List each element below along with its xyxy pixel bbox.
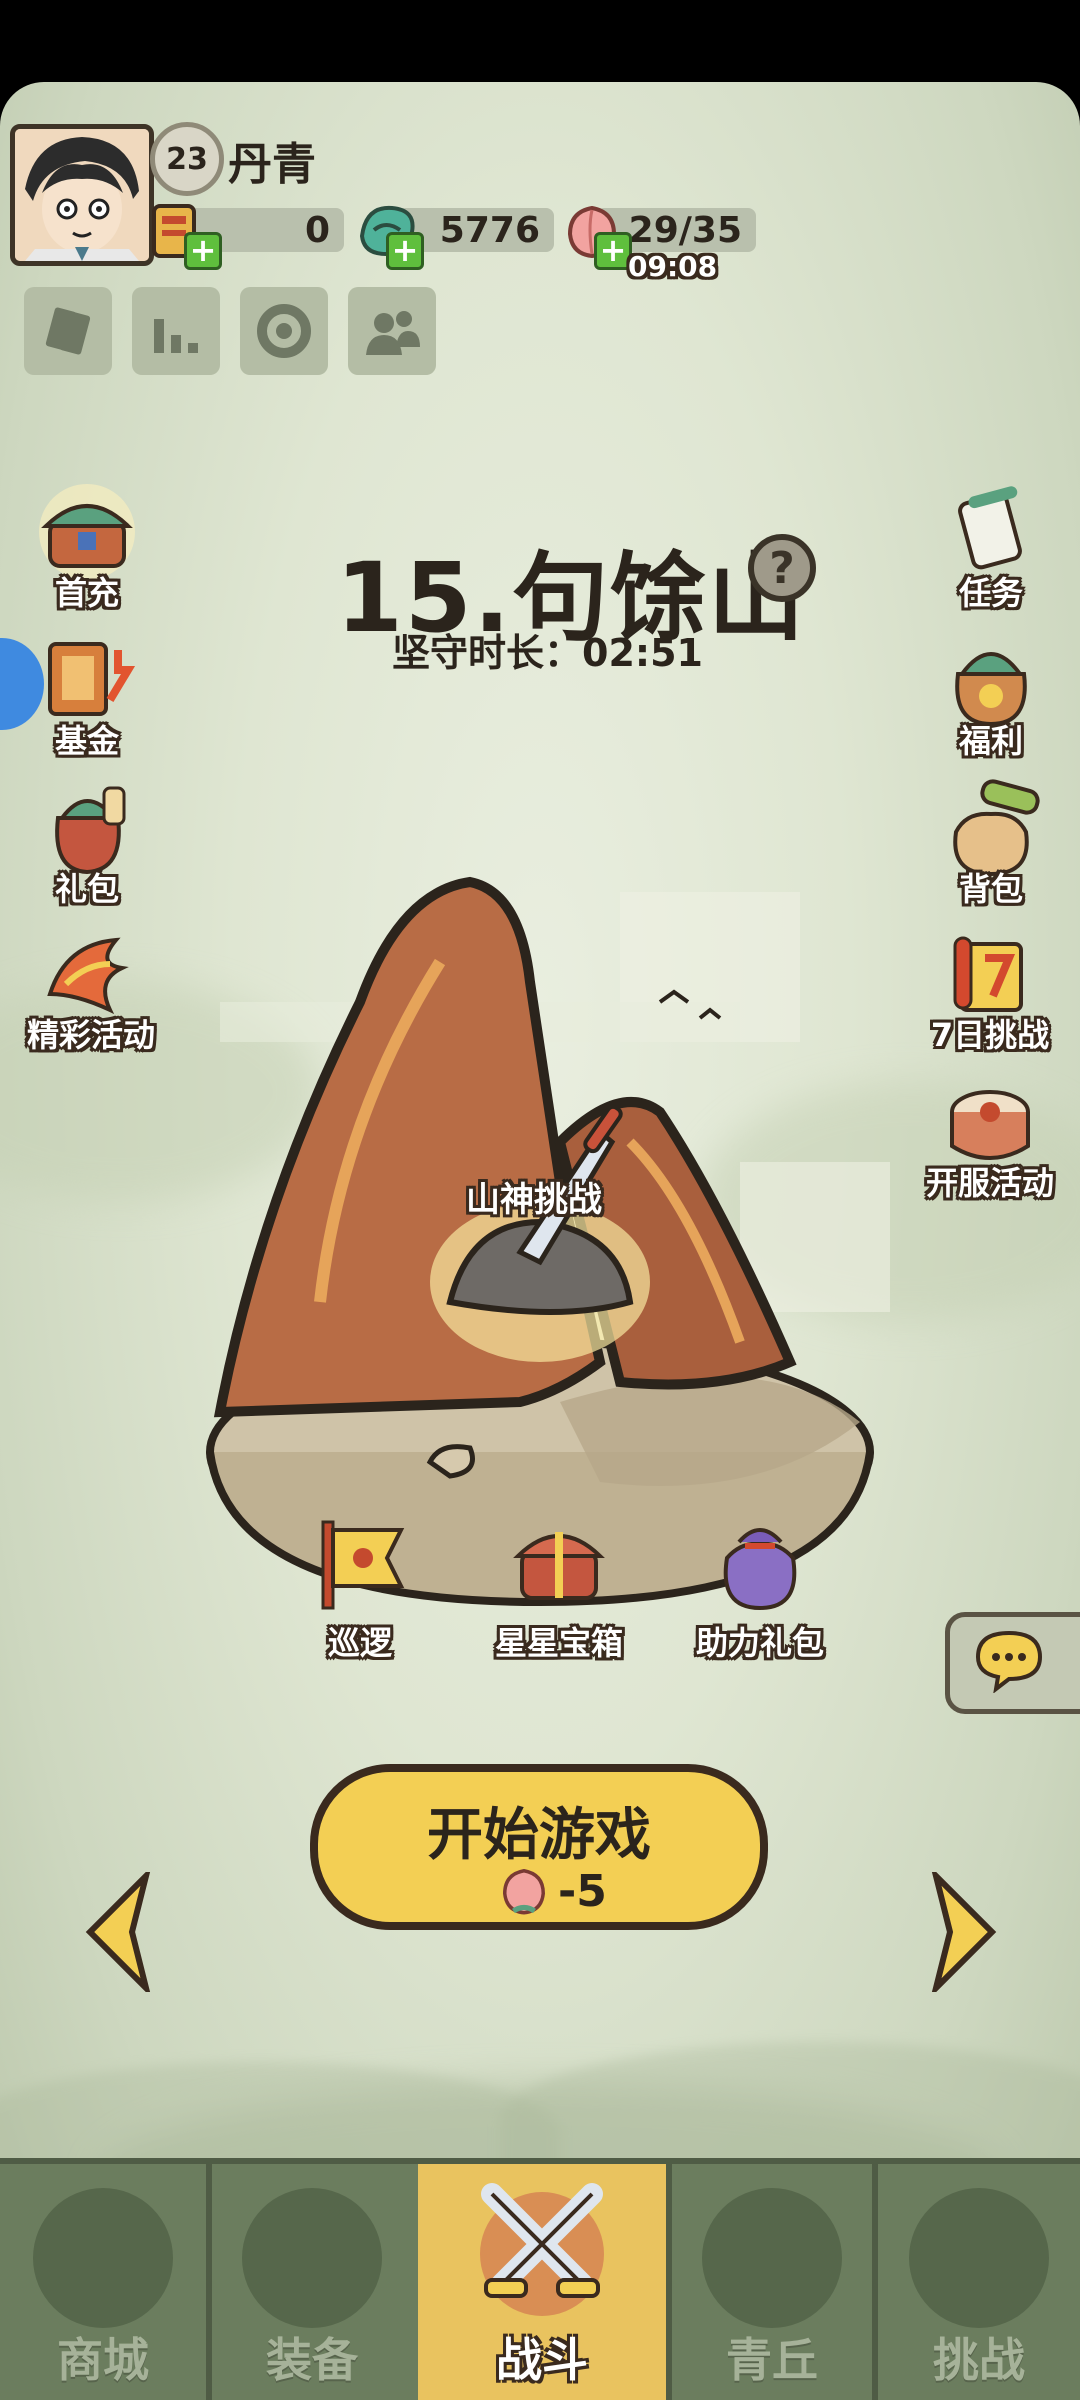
support-pack-button[interactable]: 助力礼包 bbox=[680, 1512, 840, 1662]
quest-button[interactable]: 任务 bbox=[926, 482, 1056, 612]
settings-button[interactable] bbox=[240, 287, 328, 375]
hold-time-value: 02:51 bbox=[582, 631, 703, 675]
hold-time-label: 坚守时长： bbox=[392, 631, 583, 675]
chat-bubble-icon bbox=[975, 1630, 1043, 1693]
patrol-button[interactable]: 巡逻 bbox=[290, 1512, 430, 1662]
tab-challenge[interactable]: 挑战 bbox=[878, 2164, 1080, 2400]
star-chest-button[interactable]: 星星宝箱 bbox=[474, 1512, 644, 1662]
star-chest-icon bbox=[513, 1532, 605, 1600]
scroll-icon bbox=[958, 486, 1022, 570]
armor-icon bbox=[242, 2188, 382, 2328]
patrol-label: 巡逻 bbox=[327, 1624, 392, 1662]
ranking-button[interactable] bbox=[132, 287, 220, 375]
star-chest-label: 星星宝箱 bbox=[494, 1624, 623, 1662]
player-name: 丹青 bbox=[228, 139, 316, 190]
fund-book-icon bbox=[48, 642, 136, 716]
cards-icon bbox=[45, 307, 91, 355]
next-stage-arrow-icon[interactable] bbox=[920, 1872, 1000, 1992]
tab-qingqiu[interactable]: 青丘 bbox=[672, 2164, 872, 2400]
add-stamina-button[interactable]: + bbox=[594, 232, 632, 270]
start-game-button[interactable]: 开始游戏 -5 bbox=[310, 1764, 768, 1930]
first-recharge-label: 首充 bbox=[54, 574, 119, 612]
help-icon[interactable]: ? bbox=[748, 534, 816, 602]
tab-shop-label: 商城 bbox=[57, 2333, 149, 2387]
hold-time: 坚守时长：02:51 bbox=[392, 622, 703, 677]
tab-battle[interactable]: 战斗 bbox=[418, 2164, 666, 2400]
fund-label: 基金 bbox=[54, 722, 119, 760]
friends-button[interactable] bbox=[348, 287, 436, 375]
ranking-icon bbox=[154, 319, 198, 353]
mountain-god-challenge-label[interactable]: 山神挑战 bbox=[466, 1172, 602, 1221]
support-pack-label: 助力礼包 bbox=[695, 1624, 824, 1662]
crossed-swords-icon bbox=[480, 2183, 604, 2316]
quest-label: 任务 bbox=[958, 574, 1023, 612]
tab-equipment-label: 装备 bbox=[266, 2333, 358, 2387]
peach-cost-icon bbox=[502, 1868, 546, 1915]
start-game-cost: -5 bbox=[558, 1866, 607, 1917]
previous-stage-arrow-icon[interactable] bbox=[82, 1872, 162, 1992]
start-game-label: 开始游戏 bbox=[427, 1803, 651, 1868]
player-avatar[interactable] bbox=[10, 124, 154, 266]
challenge-orb-icon bbox=[909, 2188, 1049, 2328]
purple-bag-icon bbox=[723, 1528, 797, 1611]
stamina-timer: 09:08 bbox=[628, 250, 718, 283]
chat-button[interactable] bbox=[945, 1612, 1080, 1714]
player-level-badge: 23 bbox=[150, 122, 224, 196]
tab-shop[interactable]: 商城 bbox=[0, 2164, 206, 2400]
welfare-bag-icon bbox=[955, 652, 1027, 727]
tab-equipment[interactable]: 装备 bbox=[212, 2164, 412, 2400]
treasure-chest-icon bbox=[39, 484, 135, 580]
banner-flag-icon bbox=[321, 1520, 405, 1610]
welfare-label: 福利 bbox=[958, 722, 1023, 760]
shop-icon bbox=[33, 2188, 173, 2328]
tab-battle-label: 战斗 bbox=[496, 2333, 588, 2387]
first-recharge-button[interactable]: 首充 bbox=[22, 482, 152, 612]
tab-qingqiu-label: 青丘 bbox=[726, 2333, 818, 2387]
bottom-tab-bar: 商城 装备 战斗 青丘 挑战 bbox=[0, 2158, 1080, 2400]
jade-value: 5776 bbox=[439, 209, 540, 251]
add-jade-button[interactable]: + bbox=[386, 232, 424, 270]
stamina-value: 29/35 bbox=[628, 209, 742, 251]
player-level: 23 bbox=[166, 141, 208, 177]
gear-icon bbox=[257, 304, 311, 358]
game-screen: 23 丹青 0 + 5776 + 29/35 + 09:08 首充 基金 礼包 bbox=[0, 82, 1080, 2400]
welfare-button[interactable]: 福利 bbox=[926, 630, 1056, 760]
add-coupon-button[interactable]: + bbox=[184, 232, 222, 270]
cards-button[interactable] bbox=[24, 287, 112, 375]
tab-challenge-label: 挑战 bbox=[933, 2333, 1025, 2387]
friends-icon bbox=[366, 311, 420, 355]
mountain-icon bbox=[702, 2188, 842, 2328]
coupon-value: 0 bbox=[304, 209, 330, 251]
